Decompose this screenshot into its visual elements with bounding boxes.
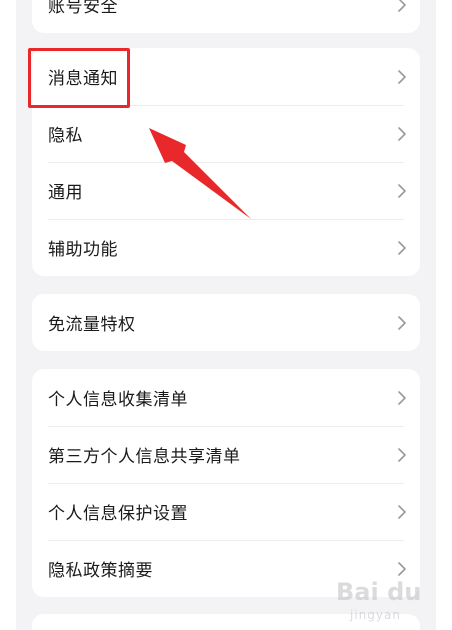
- baidu-watermark: Bai du jingyan: [334, 572, 452, 630]
- watermark-sub: jingyan: [350, 608, 401, 622]
- watermark-brand: Bai du: [336, 578, 422, 606]
- annotation-arrow-icon: [149, 128, 251, 219]
